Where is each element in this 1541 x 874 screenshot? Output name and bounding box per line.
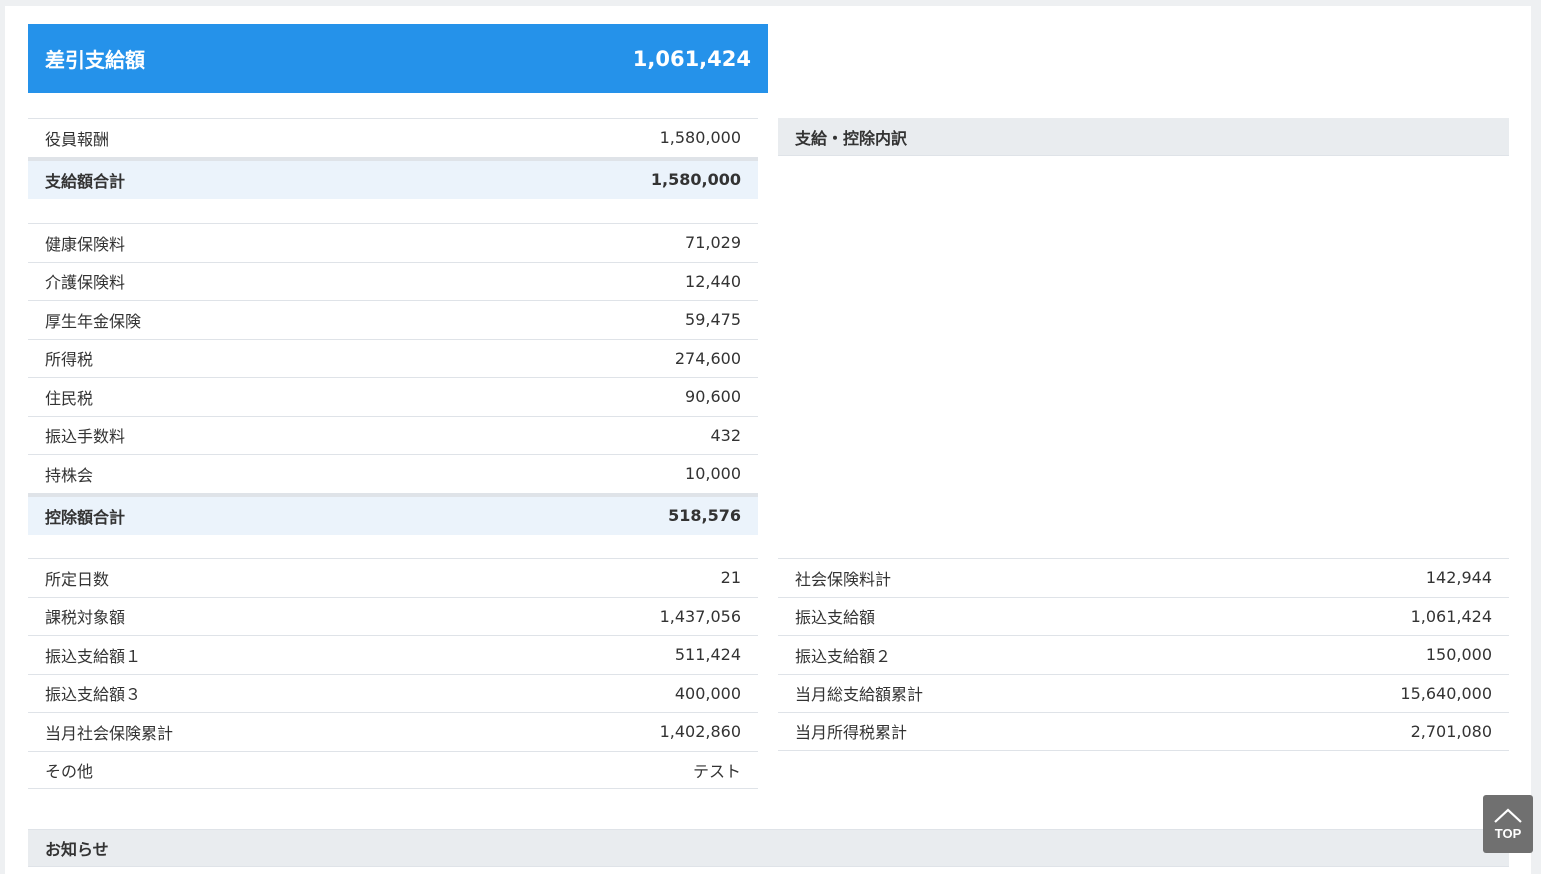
notice-header: お知らせ: [28, 829, 1509, 867]
row-label: 所得税: [45, 350, 94, 370]
row-label: 振込支給額: [795, 608, 876, 628]
row-value: 10,000: [685, 464, 741, 484]
notice-title: お知らせ: [45, 840, 109, 859]
table-row: 持株会 10,000: [28, 454, 758, 493]
table-row: 介護保険料 12,440: [28, 261, 758, 301]
table-row: 振込手数料 432: [28, 415, 758, 455]
table-row: 振込支給額 1,061,424: [778, 596, 1509, 636]
row-label: 介護保険料: [45, 273, 126, 293]
table-row: 当月所得税累計 2,701,080: [778, 712, 1509, 751]
row-value: 90,600: [685, 387, 741, 407]
payments-total-row: 支給額合計 1,580,000: [28, 156, 758, 199]
row-label: 当月総支給額累計: [795, 685, 924, 705]
breakdown-title: 支給・控除内訳: [795, 128, 908, 148]
row-value: 518,576: [668, 506, 741, 525]
deductions-table: 健康保険料 71,029 介護保険料 12,440 厚生年金保険 59,475 …: [28, 223, 758, 535]
row-label: 所定日数: [45, 569, 110, 589]
row-label: 支給額合計: [45, 171, 126, 191]
other-info-right-table: 社会保険料計 142,944 振込支給額 1,061,424 振込支給額２ 15…: [778, 558, 1509, 751]
row-label: 課税対象額: [45, 608, 126, 628]
row-label: 振込支給額１: [45, 646, 142, 666]
row-value: 12,440: [685, 271, 741, 291]
top-button-label: TOP: [1494, 825, 1522, 841]
table-row: 住民税 90,600: [28, 377, 758, 416]
row-label: 持株会: [45, 465, 94, 485]
table-row: 振込支給額１ 511,424: [28, 635, 758, 674]
row-value: 1,061,424: [1410, 606, 1492, 626]
table-row: 社会保険料計 142,944: [778, 558, 1509, 597]
row-value: 432: [710, 425, 741, 445]
row-label: 当月社会保険累計: [45, 723, 174, 743]
row-value: 21: [720, 568, 741, 588]
row-label: その他: [45, 761, 94, 781]
row-value: 15,640,000: [1400, 683, 1492, 703]
table-row: 当月社会保険累計 1,402,860: [28, 712, 758, 751]
row-value: 274,600: [674, 348, 741, 368]
row-value: 142,944: [1425, 568, 1492, 588]
row-label: 当月所得税累計: [795, 723, 908, 743]
row-label: 振込手数料: [45, 427, 126, 447]
row-label: 振込支給額３: [45, 685, 142, 705]
table-row: その他 テスト: [28, 750, 758, 789]
row-value: 1,402,860: [659, 722, 741, 742]
row-label: 振込支給額２: [795, 646, 892, 666]
net-pay-banner: 差引支給額 1,061,424: [28, 24, 768, 93]
row-label: 社会保険料計: [795, 569, 892, 589]
table-row: 課税対象額 1,437,056: [28, 596, 758, 636]
payslip-page: 差引支給額 1,061,424 役員報酬 1,580,000 支給額合計 1,5…: [5, 6, 1531, 874]
table-row: 厚生年金保険 59,475: [28, 300, 758, 339]
table-row: 振込支給額２ 150,000: [778, 635, 1509, 674]
table-row: 役員報酬 1,580,000: [28, 118, 758, 157]
table-row: 当月総支給額累計 15,640,000: [778, 673, 1509, 713]
row-value: 150,000: [1425, 645, 1492, 665]
chevron-up-icon: [1494, 808, 1522, 823]
row-value: 71,029: [685, 233, 741, 253]
row-value: 59,475: [685, 310, 741, 330]
row-label: 健康保険料: [45, 234, 126, 254]
row-value: 1,580,000: [659, 128, 741, 148]
net-pay-label: 差引支給額: [45, 48, 145, 72]
row-value: テスト: [692, 761, 741, 781]
row-label: 住民税: [45, 388, 94, 408]
table-row: 振込支給額３ 400,000: [28, 673, 758, 713]
net-pay-value: 1,061,424: [632, 46, 751, 71]
row-value: 1,580,000: [650, 170, 741, 189]
table-row: 所定日数 21: [28, 558, 758, 597]
scroll-to-top-button[interactable]: TOP: [1483, 795, 1533, 853]
other-info-left-table: 所定日数 21 課税対象額 1,437,056 振込支給額１ 511,424 振…: [28, 558, 758, 789]
breakdown-header: 支給・控除内訳: [778, 118, 1509, 156]
payments-table: 役員報酬 1,580,000 支給額合計 1,580,000: [28, 118, 758, 199]
row-value: 400,000: [674, 683, 741, 703]
row-label: 役員報酬: [45, 129, 110, 149]
deductions-total-row: 控除額合計 518,576: [28, 492, 758, 535]
row-label: 厚生年金保険: [45, 311, 142, 331]
table-row: 健康保険料 71,029: [28, 223, 758, 262]
row-label: 控除額合計: [45, 507, 126, 527]
table-row: 所得税 274,600: [28, 338, 758, 378]
row-value: 1,437,056: [659, 606, 741, 626]
row-value: 2,701,080: [1410, 721, 1492, 741]
row-value: 511,424: [674, 645, 741, 665]
